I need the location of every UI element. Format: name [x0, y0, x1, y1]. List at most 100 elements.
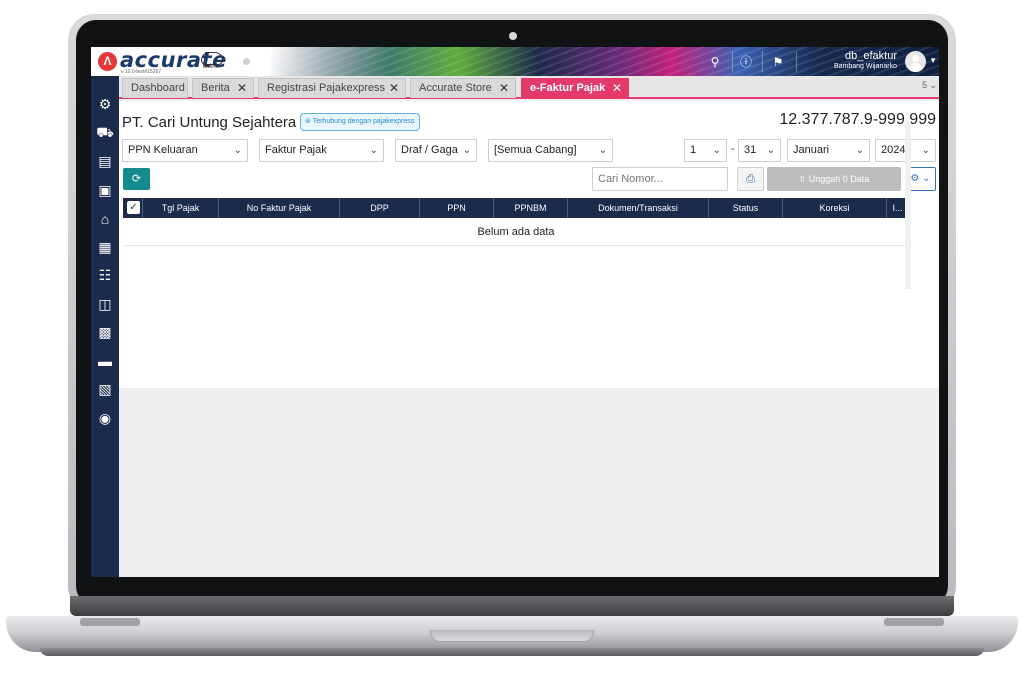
chevron-down-icon: ⌄ — [855, 145, 864, 156]
upload-button-label: Unggah 0 Data — [808, 174, 870, 184]
tab-label: Accurate Store — [419, 82, 492, 94]
divider — [796, 51, 797, 72]
print-button[interactable]: ⎙ — [737, 167, 764, 191]
tab-accurate-store[interactable]: Accurate Store ✕ — [410, 78, 516, 98]
search-icon[interactable]: ⚲ — [706, 53, 724, 71]
printer-icon: ⎙ — [746, 173, 755, 185]
day-from-select[interactable]: 1 ⌄ — [684, 139, 727, 162]
tab-dashboard[interactable]: Dashboard — [122, 78, 188, 98]
tab-e-faktur-pajak[interactable]: e-Faktur Pajak ✕ — [521, 78, 629, 98]
year-value: 2024 — [881, 144, 906, 156]
chevron-down-icon: ⌄ — [712, 145, 721, 156]
link-icon: ⊜ — [305, 118, 311, 125]
chevron-down-icon: ⌄ — [766, 145, 775, 156]
cash-register-icon[interactable]: ▬ — [95, 351, 115, 371]
laptop-notch — [430, 630, 594, 642]
database-name[interactable]: db_efaktur — [845, 50, 897, 62]
status-value: Draf / Gaga — [401, 144, 458, 156]
status-dot-icon — [243, 58, 250, 65]
close-icon[interactable]: ✕ — [499, 79, 509, 98]
tab-label: e-Faktur Pajak — [530, 82, 606, 94]
day-from-value: 1 — [690, 144, 697, 156]
chevron-down-icon: ⌄ — [462, 145, 471, 156]
settings-icon[interactable]: ⚙ — [95, 94, 115, 114]
refresh-button[interactable]: ⟳ — [123, 168, 150, 190]
column-header[interactable]: Status — [709, 198, 783, 218]
column-header[interactable]: DPP — [340, 198, 420, 218]
column-header[interactable]: Tgl Pajak — [143, 198, 219, 218]
inventory-icon[interactable]: ▩ — [95, 322, 115, 342]
branch-value: [Semua Cabang] — [494, 144, 577, 156]
document-type-value: Faktur Pajak — [265, 144, 327, 156]
report-icon[interactable]: ▧ — [95, 379, 115, 399]
chevron-down-icon: ⌄ — [922, 173, 931, 184]
empty-state-row: Belum ada data — [123, 218, 909, 246]
purchase-icon[interactable]: ◫ — [95, 294, 115, 314]
day-to-select[interactable]: 31 ⌄ — [738, 139, 781, 162]
ppn-type-value: PPN Keluaran — [128, 144, 198, 156]
refresh-icon: ⟳ — [131, 173, 142, 185]
tab-count[interactable]: 5 ⌄ — [922, 80, 937, 91]
close-icon[interactable]: ✕ — [612, 79, 622, 98]
content-background — [119, 388, 939, 577]
main-content: PT. Cari Untung Sejahtera ⊜ Terhubung de… — [119, 101, 939, 577]
chevron-down-icon: ⌄ — [369, 145, 378, 156]
close-icon[interactable]: ✕ — [389, 79, 399, 98]
tax-icon[interactable]: ◉ — [95, 408, 115, 428]
search-input[interactable] — [592, 167, 728, 191]
connection-status-badge[interactable]: ⊜ Terhubung dengan pajakexpress — [300, 113, 421, 131]
month-value: Januari — [793, 144, 830, 156]
upload-button[interactable]: ⇧ Unggah 0 Data — [767, 167, 901, 191]
tab-label: Registrasi Pajakexpress — [267, 82, 385, 94]
receipt-icon[interactable]: ▦ — [95, 237, 115, 257]
faktur-table: ✓ Tgl Pajak No Faktur Pajak DPP PPN PPNB… — [123, 198, 909, 386]
month-select[interactable]: Januari ⌄ — [787, 139, 870, 162]
laptop-foot — [80, 618, 140, 626]
chevron-down-icon[interactable]: ▼ — [929, 56, 937, 65]
logo-subtext: online — [203, 64, 220, 70]
help-icon[interactable]: ⓘ — [737, 53, 755, 71]
document-icon[interactable]: ▣ — [95, 180, 115, 200]
select-all-column: ✓ — [123, 198, 143, 218]
laptop-chin — [70, 596, 954, 616]
avatar[interactable] — [905, 51, 926, 72]
tab-berita[interactable]: Berita ✕ — [192, 78, 254, 98]
close-icon[interactable]: ✕ — [237, 79, 247, 98]
column-header[interactable]: PPNBM — [494, 198, 568, 218]
user-name[interactable]: Bambang Wijanarko — [834, 63, 897, 70]
tab-registrasi-pajakexpress[interactable]: Registrasi Pajakexpress ✕ — [258, 78, 406, 98]
branch-select[interactable]: [Semua Cabang] ⌄ — [488, 139, 613, 162]
divider — [732, 51, 733, 72]
chevron-down-icon: ⌄ — [921, 145, 930, 156]
laptop-foot — [884, 618, 944, 626]
select-all-checkbox[interactable]: ✓ — [127, 201, 140, 214]
column-header[interactable]: Koreksi — [783, 198, 887, 218]
ledger-icon[interactable]: ▤ — [95, 151, 115, 171]
header-banner — [271, 47, 939, 76]
cart-icon[interactable]: ☷ — [95, 265, 115, 285]
table-header: ✓ Tgl Pajak No Faktur Pajak DPP PPN PPNB… — [123, 198, 909, 218]
ppn-type-select[interactable]: PPN Keluaran ⌄ — [122, 139, 248, 162]
upload-icon: ⇧ — [798, 174, 807, 184]
sidebar: ⚙ ⛟ ▤ ▣ ⌂ ▦ ☷ ◫ ▩ ▬ ▧ ◉ — [91, 76, 119, 577]
app-version: v 10.0-test#15267 — [121, 69, 162, 75]
day-to-value: 31 — [744, 144, 757, 156]
status-select[interactable]: Draf / Gaga ⌄ — [395, 139, 477, 162]
bank-icon[interactable]: ⛟ — [95, 122, 115, 142]
tab-label: Dashboard — [131, 82, 185, 94]
gear-icon: ⚙ — [910, 173, 920, 184]
column-header[interactable]: PPN — [420, 198, 494, 218]
document-type-select[interactable]: Faktur Pajak ⌄ — [259, 139, 384, 162]
column-header[interactable]: No Faktur Pajak — [219, 198, 340, 218]
building-icon[interactable]: ⌂ — [95, 209, 115, 229]
date-separator: - — [731, 143, 735, 155]
app-screen: Λ accurate online v 10.0-test#15267 ⚲ ⓘ … — [91, 47, 939, 577]
top-bar: Λ accurate online v 10.0-test#15267 ⚲ ⓘ … — [91, 47, 939, 76]
bell-icon[interactable]: ⚑ — [769, 53, 787, 71]
tab-count-value: 5 — [921, 80, 927, 90]
tab-label: Berita — [201, 82, 230, 94]
tab-bar: Dashboard Berita ✕ Registrasi Pajakexpre… — [119, 76, 939, 99]
column-header[interactable]: Dokumen/Transaksi — [568, 198, 709, 218]
accurate-logo-icon[interactable]: Λ — [98, 52, 117, 71]
divider — [762, 51, 763, 72]
